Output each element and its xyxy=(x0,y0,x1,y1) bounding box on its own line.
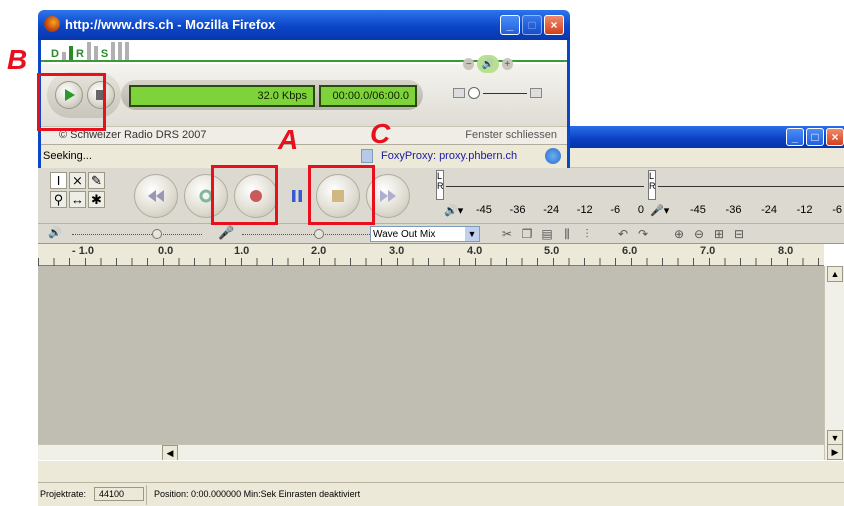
scroll-left-icon[interactable]: ◀ xyxy=(162,445,178,461)
pause-icon xyxy=(292,190,302,202)
audacity-statusbar: Projektrate: 44100 Position: 0:00.000000… xyxy=(38,482,844,506)
scroll-right-icon[interactable]: ▶ xyxy=(827,444,843,460)
skip-end-icon xyxy=(380,190,396,202)
meter-left-label: L xyxy=(649,171,655,181)
mute-icon[interactable] xyxy=(453,88,465,98)
annotation-label-c: C xyxy=(370,118,391,149)
multi-tool-icon[interactable]: ✱ xyxy=(88,191,105,208)
input-volume-slider[interactable] xyxy=(242,234,372,235)
record-scale: -45 -36 -24 -12 -6 xyxy=(690,204,842,216)
vertical-scrollbar[interactable]: ▲ ▼ ▶ xyxy=(824,266,844,460)
annotation-label-b: B xyxy=(7,44,28,75)
foxyproxy-status[interactable]: FoxyProxy: proxy.phbern.ch xyxy=(381,150,517,162)
input-source-select[interactable]: Wave Out Mix ▼ xyxy=(370,226,480,242)
zoom-out-icon[interactable]: ⊖ xyxy=(690,225,708,243)
max-volume-icon[interactable] xyxy=(530,88,542,98)
draw-tool-icon[interactable]: ✎ xyxy=(88,172,105,189)
annotation-box-b xyxy=(37,73,106,131)
maximize-button: □ xyxy=(522,15,542,35)
zoom-tool-icon[interactable]: ⚲ xyxy=(50,191,67,208)
firefox-icon xyxy=(44,16,60,32)
skip-start-button[interactable] xyxy=(134,174,178,218)
pause-button[interactable] xyxy=(284,174,310,218)
firefox-window-buttons: _ □ × xyxy=(500,15,564,35)
selection-bar xyxy=(38,460,844,482)
meter-left-label: L xyxy=(437,171,443,181)
status-position-text: Position: 0:00.000000 Min:Sek Einrasten … xyxy=(154,489,361,499)
cut-icon[interactable]: ✂ xyxy=(498,225,516,243)
time-display: 00:00.0/06:00.0 xyxy=(319,85,417,107)
firefox-titlebar[interactable]: http://www.drs.ch - Mozilla Firefox _ □ … xyxy=(38,10,570,40)
page-icon xyxy=(361,149,373,163)
edit-toolbar: ✂ ❐ ▤ ⫼ ⫶ ↶ ↷ ⊕ ⊖ ⊞ ⊟ xyxy=(498,225,748,243)
tools-toolbar: I ⨯ ✎ ⚲ ↔ ✱ xyxy=(50,172,105,208)
close-button[interactable]: × xyxy=(826,128,844,146)
silence-icon[interactable]: ⫶ xyxy=(578,225,596,243)
window-title: http://www.drs.ch - Mozilla Firefox xyxy=(65,17,276,32)
fit-project-icon[interactable]: ⊟ xyxy=(730,225,748,243)
chevron-down-icon: ▼ xyxy=(465,227,479,241)
timeline-ruler[interactable]: - 1.0 0.0 1.0 2.0 3.0 4.0 5.0 6.0 7.0 8.… xyxy=(38,244,824,266)
undo-icon[interactable]: ↶ xyxy=(614,225,632,243)
status-text: Seeking... xyxy=(43,150,92,162)
minimize-button[interactable]: _ xyxy=(786,128,804,146)
speaker-icon[interactable]: 🔊▾ xyxy=(444,204,463,217)
volume-up-button[interactable]: + xyxy=(501,58,514,70)
record-meter[interactable]: L R 🎤▾ -45 -36 -24 -12 -6 xyxy=(648,170,844,222)
speaker-icon[interactable]: 🔊 xyxy=(477,55,499,73)
audio-player: 32.0 Kbps 00:00.0/06:00.0 − 🔊 + xyxy=(41,55,567,126)
meter-right-label: R xyxy=(437,181,444,191)
close-window-link[interactable]: Fenster schliessen xyxy=(465,129,557,141)
selection-tool-icon[interactable]: I xyxy=(50,172,67,189)
minimize-button[interactable]: _ xyxy=(500,15,520,35)
mixer-edit-toolbar: 🔊 🎤 Wave Out Mix ▼ ✂ ❐ ▤ ⫼ ⫶ ↶ ↷ ⊕ ⊖ ⊞ ⊟ xyxy=(38,224,844,244)
maximize-button[interactable]: □ xyxy=(806,128,824,146)
annotation-box-c xyxy=(308,165,375,225)
scroll-up-icon[interactable]: ▲ xyxy=(827,266,843,282)
paste-icon[interactable]: ▤ xyxy=(538,225,556,243)
input-slider-thumb[interactable] xyxy=(314,229,324,239)
bitrate-display: 32.0 Kbps xyxy=(129,85,315,107)
drs-logo: D R S xyxy=(51,42,130,60)
annotation-label-a: A xyxy=(278,124,299,155)
playback-meter[interactable]: L R 🔊▾ -45 -36 -24 -12 -6 0 xyxy=(436,170,646,222)
player-footer: © Schweizer Radio DRS 2007 Fenster schli… xyxy=(41,126,567,144)
playback-scale: -45 -36 -24 -12 -6 0 xyxy=(476,204,644,216)
close-button[interactable]: × xyxy=(544,15,564,35)
track-area[interactable] xyxy=(38,266,824,444)
audacity-titlebar[interactable]: _ □ × xyxy=(570,126,844,148)
volume-slider-thumb[interactable] xyxy=(468,87,480,99)
zoom-in-icon[interactable]: ⊕ xyxy=(670,225,688,243)
audacity-toolbar: I ⨯ ✎ ⚲ ↔ ✱ L R 🔊▾ -45 -36 -24 -12 -6 0 xyxy=(38,168,844,224)
firefox-statusbar: Seeking... FoxyProxy: proxy.phbern.ch xyxy=(41,144,567,168)
fit-selection-icon[interactable]: ⊞ xyxy=(710,225,728,243)
input-volume-icon: 🎤 xyxy=(218,225,235,240)
skip-start-icon xyxy=(148,190,164,202)
envelope-tool-icon[interactable]: ⨯ xyxy=(69,172,86,189)
output-slider-thumb[interactable] xyxy=(152,229,162,239)
copy-icon[interactable]: ❐ xyxy=(518,225,536,243)
annotation-box-a xyxy=(211,165,278,225)
volume-control: − 🔊 + xyxy=(463,54,514,74)
project-rate-field[interactable]: 44100 xyxy=(94,487,144,501)
volume-slider[interactable] xyxy=(453,86,543,100)
microphone-icon[interactable]: 🎤▾ xyxy=(650,204,669,217)
trim-icon[interactable]: ⫼ xyxy=(558,225,576,243)
audacity-window-buttons: _ □ × xyxy=(786,128,844,146)
redo-icon[interactable]: ↷ xyxy=(634,225,652,243)
volume-down-button[interactable]: − xyxy=(463,58,475,70)
horizontal-scrollbar[interactable]: ◀ xyxy=(38,444,824,461)
meter-right-label: R xyxy=(649,181,656,191)
output-volume-slider[interactable] xyxy=(72,234,202,235)
timeshift-tool-icon[interactable]: ↔ xyxy=(69,191,86,208)
foxyproxy-icon[interactable] xyxy=(545,148,561,164)
output-volume-icon: 🔊 xyxy=(48,227,62,239)
ruler-ticks xyxy=(38,258,824,266)
